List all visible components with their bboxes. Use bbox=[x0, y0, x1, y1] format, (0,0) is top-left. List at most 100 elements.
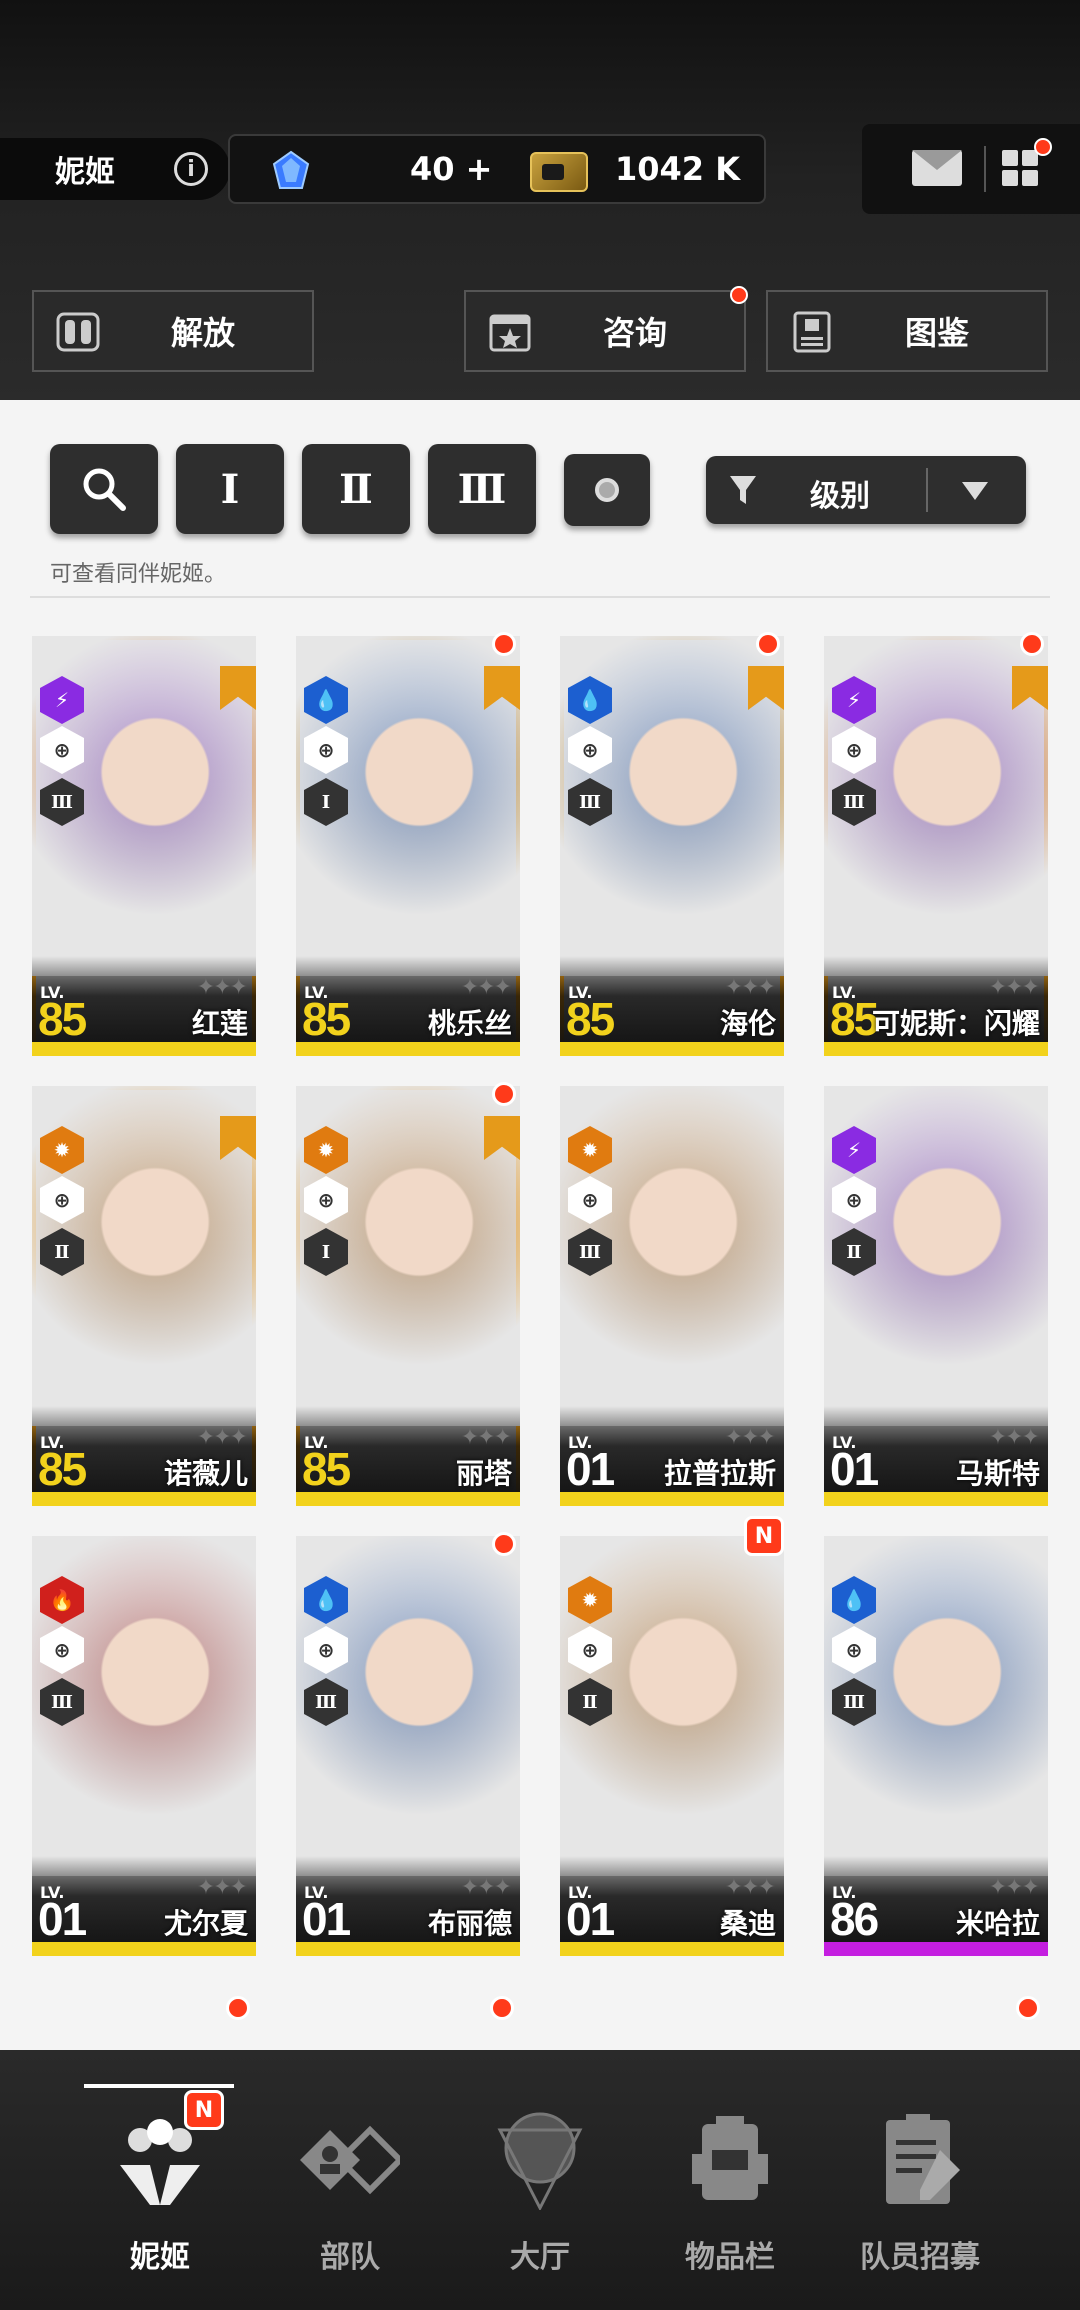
nikke-card[interactable]: 💧 ⊕ Ⅲ ✦✦✦ LV. 01 布丽德 bbox=[296, 1536, 520, 1956]
nav-nikke[interactable]: N 妮姬 bbox=[70, 2090, 250, 2290]
divider bbox=[984, 146, 986, 192]
notification-dot bbox=[1034, 138, 1052, 156]
level-value: 85 bbox=[38, 993, 87, 1045]
credit-card-icon bbox=[530, 152, 588, 192]
release-button[interactable]: 解放 bbox=[32, 290, 314, 372]
level-value: 85 bbox=[38, 1443, 87, 1495]
gem-add-button[interactable]: + bbox=[466, 150, 493, 188]
nav-lobby[interactable]: 大厅 bbox=[450, 2090, 630, 2290]
new-badge: N bbox=[744, 1516, 784, 1556]
level-value: 01 bbox=[830, 1443, 879, 1495]
nikke-card[interactable]: ⚡ ⊕ Ⅲ ✦✦✦ LV. 85 可妮斯：闪耀 bbox=[824, 636, 1048, 1056]
star-rank-icons: ✦✦✦ bbox=[460, 1875, 512, 1900]
lobby-nav-icon bbox=[497, 2112, 583, 2210]
nikke-name: 桑迪 bbox=[719, 1907, 776, 1940]
section-divider bbox=[30, 596, 1050, 598]
sort-divider bbox=[926, 468, 928, 512]
nav-recruit-label: 队员招募 bbox=[860, 2240, 980, 2275]
nikke-card[interactable]: ✹ ⊕ Ⅱ ✦✦✦ LV. 01 桑迪 bbox=[560, 1536, 784, 1956]
notification-dot bbox=[226, 1996, 250, 2020]
level-value: 85 bbox=[830, 993, 879, 1045]
star-rank-icons: ✦✦✦ bbox=[460, 1425, 512, 1450]
header: 妮姬 i 40 + 1042 K 解放 咨询 图鉴 bbox=[0, 0, 1080, 400]
consult-notification-dot bbox=[730, 286, 748, 304]
filter-funnel-icon bbox=[730, 476, 756, 504]
nav-lobby-label: 大厅 bbox=[510, 2240, 570, 2275]
burst-2-filter[interactable]: Ⅱ bbox=[302, 444, 410, 534]
gem-count[interactable]: 40 + bbox=[410, 150, 492, 188]
star-rank-icons: ✦✦✦ bbox=[724, 975, 776, 1000]
top-right-panel bbox=[862, 124, 1080, 214]
credit-value: 1042 K bbox=[615, 150, 740, 188]
inventory-nav-icon bbox=[692, 2116, 768, 2200]
codex-label: 图鉴 bbox=[904, 314, 969, 352]
page-title: 妮姬 bbox=[55, 155, 115, 190]
star-rank-icons: ✦✦✦ bbox=[988, 975, 1040, 1000]
nikke-card[interactable]: ✹ ⊕ Ⅰ ✦✦✦ LV. 85 丽塔 bbox=[296, 1086, 520, 1506]
nikke-name: 桃乐丝 bbox=[427, 1007, 512, 1040]
release-label: 解放 bbox=[170, 314, 235, 352]
nikke-card[interactable]: ✹ ⊕ Ⅱ ✦✦✦ LV. 85 诺薇儿 bbox=[32, 1086, 256, 1506]
level-value: 85 bbox=[566, 993, 615, 1045]
circle-icon bbox=[595, 478, 619, 502]
notification-dot bbox=[1016, 1996, 1040, 2020]
notification-dot bbox=[492, 632, 516, 656]
nikke-name: 丽塔 bbox=[455, 1457, 512, 1490]
level-value: 01 bbox=[302, 1893, 351, 1945]
search-button[interactable] bbox=[50, 444, 158, 534]
nikke-card[interactable]: ⚡ ⊕ Ⅱ ✦✦✦ LV. 01 马斯特 bbox=[824, 1086, 1048, 1506]
star-rank-icons: ✦✦✦ bbox=[988, 1425, 1040, 1450]
app-root: 妮姬 i 40 + 1042 K 解放 咨询 图鉴 Ⅰ Ⅱ Ⅲ 级别 可查看同伴… bbox=[0, 0, 1080, 2310]
consult-label: 咨询 bbox=[602, 314, 667, 352]
level-value: 01 bbox=[38, 1893, 87, 1945]
nikke-name: 布丽德 bbox=[427, 1907, 512, 1940]
star-rank-icons: ✦✦✦ bbox=[724, 1425, 776, 1450]
level-value: 85 bbox=[302, 993, 351, 1045]
nikke-name: 马斯特 bbox=[955, 1457, 1040, 1490]
resource-bar: 40 + 1042 K bbox=[228, 134, 766, 204]
level-value: 01 bbox=[566, 1443, 615, 1495]
sort-dropdown[interactable]: 级别 bbox=[706, 456, 1026, 524]
nikke-card[interactable]: 💧 ⊕ Ⅲ ✦✦✦ LV. 86 米哈拉 bbox=[824, 1536, 1048, 1956]
nikke-card[interactable]: 💧 ⊕ Ⅲ ✦✦✦ LV. 85 海伦 bbox=[560, 636, 784, 1056]
notification-dot bbox=[756, 632, 780, 656]
nikke-card[interactable]: 🔥 ⊕ Ⅲ ✦✦✦ LV. 01 尤尔夏 bbox=[32, 1536, 256, 1956]
nav-squad-label: 部队 bbox=[320, 2240, 380, 2275]
level-value: 86 bbox=[830, 1893, 879, 1945]
nav-squad[interactable]: 部队 bbox=[260, 2090, 440, 2290]
nikke-name: 拉普拉斯 bbox=[663, 1457, 776, 1490]
codex-button[interactable]: 图鉴 bbox=[766, 290, 1048, 372]
recruit-nav-icon bbox=[886, 2114, 960, 2204]
squad-nav-icon bbox=[300, 2125, 400, 2195]
notification-dot bbox=[490, 1996, 514, 2020]
star-rank-icons: ✦✦✦ bbox=[196, 1425, 248, 1450]
level-value: 01 bbox=[566, 1893, 615, 1945]
burst-1-filter[interactable]: Ⅰ bbox=[176, 444, 284, 534]
hint-text: 可查看同伴妮姬。 bbox=[50, 562, 227, 587]
nikke-name: 尤尔夏 bbox=[163, 1907, 248, 1940]
mail-icon[interactable] bbox=[912, 150, 962, 186]
burst-3-filter[interactable]: Ⅲ bbox=[428, 444, 536, 534]
nikke-name: 红莲 bbox=[191, 1007, 248, 1040]
nikke-card[interactable]: ⚡ ⊕ Ⅲ ✦✦✦ LV. 85 红莲 bbox=[32, 636, 256, 1056]
consult-button[interactable]: 咨询 bbox=[464, 290, 746, 372]
info-icon[interactable]: i bbox=[174, 152, 208, 186]
active-tab-indicator bbox=[84, 2084, 234, 2088]
page-title-tab: 妮姬 i bbox=[0, 138, 230, 200]
menu-grid-icon[interactable] bbox=[1002, 150, 1040, 188]
bottom-nav: N 妮姬 部队 大厅 物品栏 队员招募 bbox=[0, 2050, 1080, 2310]
star-rank-icons: ✦✦✦ bbox=[988, 1875, 1040, 1900]
notification-dot bbox=[492, 1532, 516, 1556]
nikke-card[interactable]: 💧 ⊕ Ⅰ ✦✦✦ LV. 85 桃乐丝 bbox=[296, 636, 520, 1056]
sort-label: 级别 bbox=[810, 479, 870, 514]
nikke-card[interactable]: ✹ ⊕ Ⅲ ✦✦✦ LV. 01 拉普拉斯 bbox=[560, 1086, 784, 1506]
notification-dot bbox=[1020, 632, 1044, 656]
all-burst-filter[interactable] bbox=[564, 454, 650, 526]
nav-inventory-label: 物品栏 bbox=[685, 2240, 775, 2275]
nikke-name: 可妮斯：闪耀 bbox=[871, 1007, 1040, 1040]
nav-inventory[interactable]: 物品栏 bbox=[640, 2090, 820, 2290]
nav-recruit[interactable]: 队员招募 bbox=[830, 2090, 1010, 2290]
gem-value: 40 bbox=[410, 150, 455, 188]
star-rank-icons: ✦✦✦ bbox=[196, 1875, 248, 1900]
nikke-list-panel: Ⅰ Ⅱ Ⅲ 级别 可查看同伴妮姬。 ⚡ ⊕ Ⅲ ✦✦✦ LV. 85 红莲 💧 ⊕ Ⅰ ✦✦✦ LV.… bbox=[0, 400, 1080, 2050]
